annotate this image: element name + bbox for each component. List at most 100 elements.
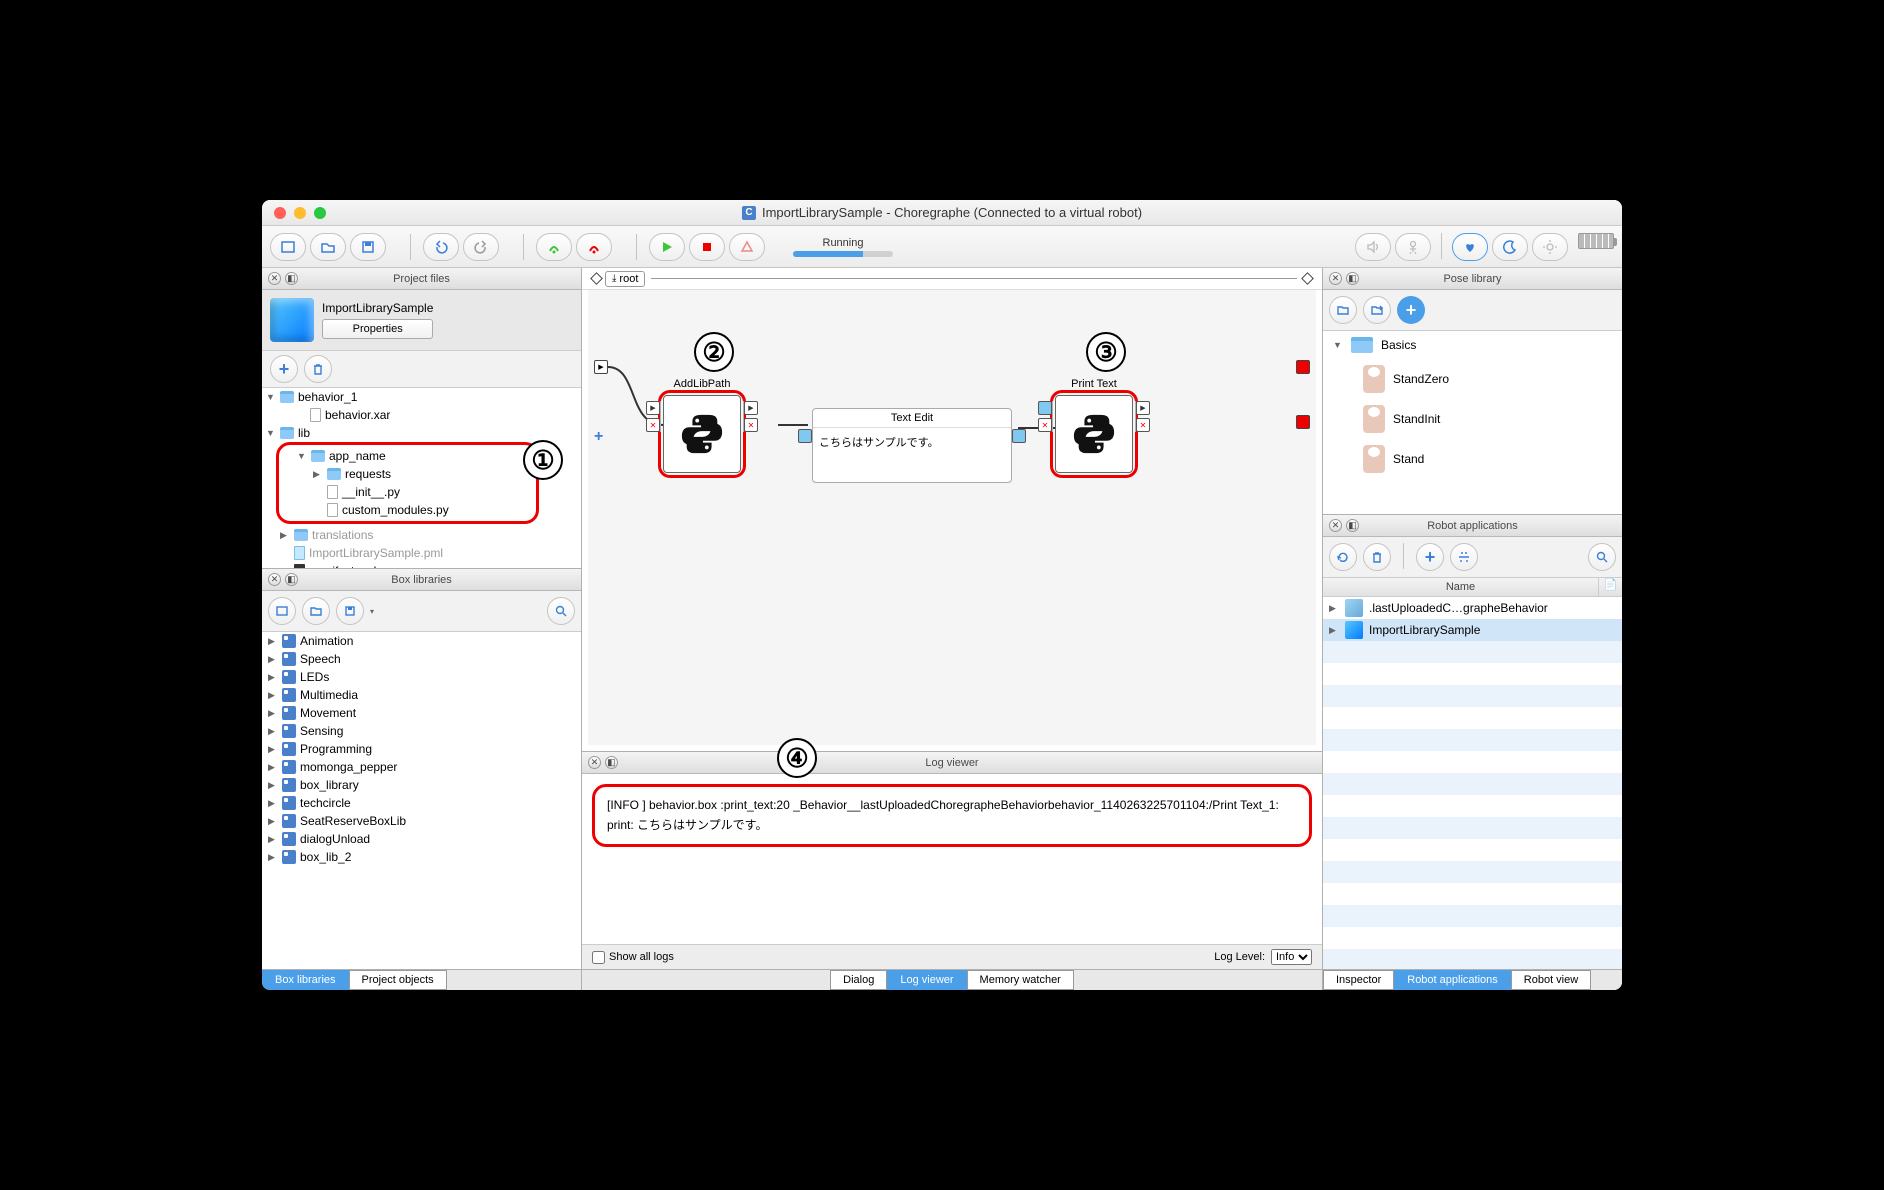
new-boxlib-button[interactable] bbox=[268, 597, 296, 625]
close-panel-button[interactable]: ✕ bbox=[268, 272, 281, 285]
pose-folder-basics[interactable]: ▼Basics bbox=[1323, 331, 1622, 359]
redo-button[interactable] bbox=[463, 233, 499, 261]
connect-button[interactable] bbox=[536, 233, 572, 261]
new-project-button[interactable] bbox=[270, 233, 306, 261]
port-in-data[interactable] bbox=[1038, 401, 1052, 415]
show-all-logs-checkbox[interactable] bbox=[592, 951, 605, 964]
tab-inspector[interactable]: Inspector bbox=[1323, 970, 1394, 990]
tree-folder-behavior1[interactable]: ▼behavior_1 bbox=[262, 388, 581, 406]
boxlib-item[interactable]: ▶dialogUnload bbox=[262, 830, 581, 848]
detach-boxlib-button[interactable]: ◧ bbox=[285, 573, 298, 586]
zoom-window-button[interactable] bbox=[314, 207, 326, 219]
boxlib-item[interactable]: ▶techcircle bbox=[262, 794, 581, 812]
close-pose-button[interactable]: ✕ bbox=[1329, 272, 1342, 285]
tab-robot-view[interactable]: Robot view bbox=[1511, 970, 1591, 990]
open-boxlib-button[interactable] bbox=[302, 597, 330, 625]
boxlib-item[interactable]: ▶box_library bbox=[262, 776, 581, 794]
app-settings-button[interactable] bbox=[1450, 543, 1478, 571]
close-boxlib-button[interactable]: ✕ bbox=[268, 573, 281, 586]
text-edit-out[interactable] bbox=[1012, 429, 1026, 443]
boxlib-item[interactable]: ▶momonga_pepper bbox=[262, 758, 581, 776]
flow-canvas[interactable]: ▶ + ② AddLibPath bbox=[582, 290, 1322, 751]
close-window-button[interactable] bbox=[274, 207, 286, 219]
tab-project-objects[interactable]: Project objects bbox=[349, 970, 447, 990]
boxlib-item[interactable]: ▶Programming bbox=[262, 740, 581, 758]
stiffness-button[interactable] bbox=[1395, 233, 1431, 261]
robotapp-col-name[interactable]: Name bbox=[1323, 578, 1598, 596]
node-print-text[interactable]: Print Text bbox=[1055, 395, 1133, 473]
debug-button[interactable] bbox=[729, 233, 765, 261]
text-edit-in[interactable] bbox=[798, 429, 812, 443]
log-level-select[interactable]: Info bbox=[1271, 949, 1312, 965]
port-in-stop[interactable] bbox=[646, 418, 660, 432]
wakeup-button[interactable] bbox=[1532, 233, 1568, 261]
tree-folder-requests[interactable]: ▶requests bbox=[279, 465, 536, 483]
boxlib-item[interactable]: ▶Speech bbox=[262, 650, 581, 668]
text-edit-content[interactable]: こちらはサンプルです。 bbox=[813, 428, 1011, 482]
export-pose-button[interactable] bbox=[1363, 296, 1391, 324]
exit-port[interactable] bbox=[1296, 360, 1310, 374]
rest-button[interactable] bbox=[1492, 233, 1528, 261]
open-project-button[interactable] bbox=[310, 233, 346, 261]
close-robotapp-button[interactable]: ✕ bbox=[1329, 519, 1342, 532]
tree-file-manifest[interactable]: manifest.xml bbox=[262, 562, 581, 568]
port-out-stopped[interactable] bbox=[744, 418, 758, 432]
refresh-apps-button[interactable] bbox=[1329, 543, 1357, 571]
volume-button[interactable] bbox=[1355, 233, 1391, 261]
stop-button[interactable] bbox=[689, 233, 725, 261]
play-button[interactable] bbox=[649, 233, 685, 261]
detach-log-button[interactable]: ◧ bbox=[605, 756, 618, 769]
detach-pose-button[interactable]: ◧ bbox=[1346, 272, 1359, 285]
detach-panel-button[interactable]: ◧ bbox=[285, 272, 298, 285]
tree-file-custom-modules[interactable]: custom_modules.py bbox=[279, 501, 536, 519]
tree-folder-lib[interactable]: ▼lib bbox=[262, 424, 581, 442]
port-out-done[interactable] bbox=[744, 401, 758, 415]
search-apps-button[interactable] bbox=[1588, 543, 1616, 571]
boxlib-item[interactable]: ▶Multimedia bbox=[262, 686, 581, 704]
tree-file-behavior-xar[interactable]: behavior.xar bbox=[262, 406, 581, 424]
port-out-stopped-2[interactable] bbox=[1136, 418, 1150, 432]
tree-folder-translations[interactable]: ▶translations bbox=[262, 526, 581, 544]
boxlib-item[interactable]: ▶Sensing bbox=[262, 722, 581, 740]
save-boxlib-button[interactable] bbox=[336, 597, 364, 625]
port-in-stop-2[interactable] bbox=[1038, 418, 1052, 432]
tab-dialog[interactable]: Dialog bbox=[830, 970, 887, 990]
tab-memory-watcher[interactable]: Memory watcher bbox=[967, 970, 1074, 990]
search-boxlib-button[interactable] bbox=[547, 597, 575, 625]
delete-app-button[interactable] bbox=[1363, 543, 1391, 571]
save-project-button[interactable] bbox=[350, 233, 386, 261]
robotapp-row[interactable]: ▶.lastUploadedC…grapheBehavior bbox=[1323, 597, 1622, 619]
pose-item[interactable]: Stand bbox=[1323, 439, 1622, 479]
detach-robotapp-button[interactable]: ◧ bbox=[1346, 519, 1359, 532]
life-button[interactable] bbox=[1452, 233, 1488, 261]
boxlib-item[interactable]: ▶SeatReserveBoxLib bbox=[262, 812, 581, 830]
tab-robot-applications[interactable]: Robot applications bbox=[1394, 970, 1511, 990]
robotapp-row[interactable]: ▶ImportLibrarySample bbox=[1323, 619, 1622, 641]
properties-button[interactable]: Properties bbox=[322, 319, 433, 339]
add-pose-button[interactable]: + bbox=[1397, 296, 1425, 324]
port-in-start[interactable] bbox=[646, 401, 660, 415]
breadcrumb-root[interactable]: ⤓root bbox=[605, 271, 645, 287]
tab-box-libraries[interactable]: Box libraries bbox=[262, 970, 349, 990]
boxlib-item[interactable]: ▶Animation bbox=[262, 632, 581, 650]
boxlib-item[interactable]: ▶box_lib_2 bbox=[262, 848, 581, 866]
disconnect-button[interactable] bbox=[576, 233, 612, 261]
open-pose-button[interactable] bbox=[1329, 296, 1357, 324]
pose-item[interactable]: StandInit bbox=[1323, 399, 1622, 439]
tab-log-viewer[interactable]: Log viewer bbox=[887, 970, 966, 990]
add-app-button[interactable]: + bbox=[1416, 543, 1444, 571]
boxlib-item[interactable]: ▶Movement bbox=[262, 704, 581, 722]
boxlib-item[interactable]: ▶LEDs bbox=[262, 668, 581, 686]
tree-file-init[interactable]: __init__.py bbox=[279, 483, 536, 501]
minimize-window-button[interactable] bbox=[294, 207, 306, 219]
node-addlibpath[interactable]: AddLibPath bbox=[663, 395, 741, 473]
exit-port-2[interactable] bbox=[1296, 415, 1310, 429]
undo-button[interactable] bbox=[423, 233, 459, 261]
port-out-done-2[interactable] bbox=[1136, 401, 1150, 415]
pose-item[interactable]: StandZero bbox=[1323, 359, 1622, 399]
tree-folder-appname[interactable]: ▼app_name bbox=[279, 447, 536, 465]
delete-file-button[interactable] bbox=[304, 355, 332, 383]
tree-file-pml[interactable]: ImportLibrarySample.pml bbox=[262, 544, 581, 562]
add-file-button[interactable]: + bbox=[270, 355, 298, 383]
close-log-button[interactable]: ✕ bbox=[588, 756, 601, 769]
